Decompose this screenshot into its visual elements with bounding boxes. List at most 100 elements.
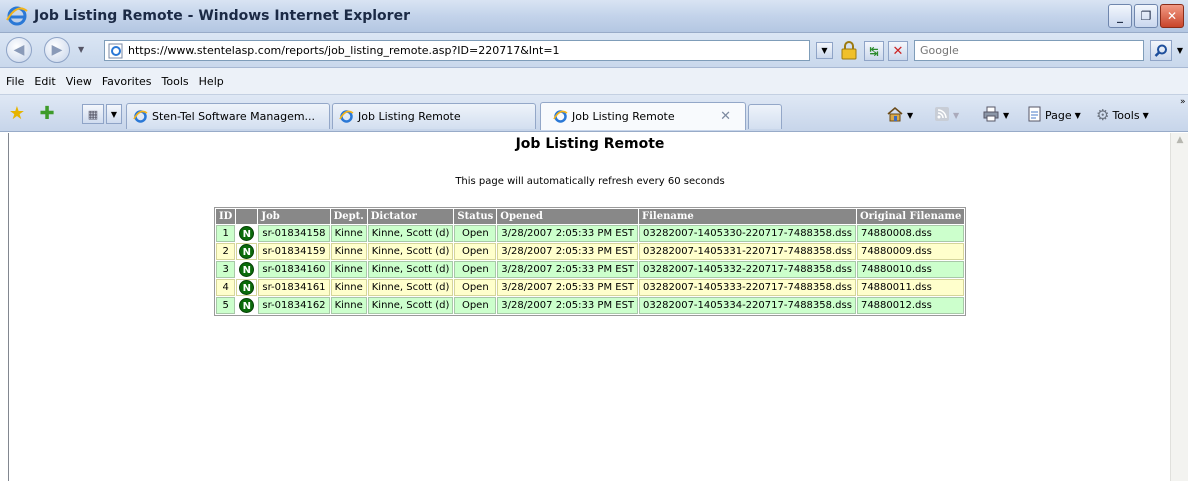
cell-status: Open xyxy=(454,279,497,296)
tab-sten-tel[interactable]: Sten-Tel Software Managem... xyxy=(126,103,330,129)
search-input[interactable] xyxy=(920,44,1140,57)
cell-filename: 03282007-1405331-220717-7488358.dss xyxy=(639,243,856,260)
close-tab-icon[interactable]: ✕ xyxy=(720,109,731,124)
header-dept[interactable]: Dept. xyxy=(330,209,367,224)
cell-dictator: Kinne, Scott (d) xyxy=(367,225,454,242)
refresh-icon: ↹ xyxy=(869,44,879,58)
url-input[interactable] xyxy=(128,44,728,57)
cell-job[interactable]: sr-01834158 xyxy=(258,225,330,242)
menu-help[interactable]: Help xyxy=(199,75,224,88)
header-status[interactable]: Status xyxy=(454,209,497,224)
home-icon xyxy=(886,106,904,125)
cell-job[interactable]: sr-01834159 xyxy=(258,243,330,260)
home-button[interactable]: ▼ xyxy=(886,106,913,124)
page-title: Job Listing Remote xyxy=(515,136,665,152)
cell-dictator: Kinne, Scott (d) xyxy=(367,261,454,278)
forward-button[interactable]: ▶ xyxy=(44,37,70,63)
feeds-dropdown-icon[interactable]: ▼ xyxy=(953,111,959,120)
cell-new-icon: N xyxy=(236,279,258,296)
search-button[interactable] xyxy=(1150,40,1172,61)
cell-opened: 3/28/2007 2:05:33 PM EST xyxy=(497,243,639,260)
cell-opened: 3/28/2007 2:05:33 PM EST xyxy=(497,297,639,314)
feeds-button[interactable]: ▼ xyxy=(934,106,959,124)
restore-button[interactable]: ❐ xyxy=(1134,4,1158,28)
menu-view[interactable]: View xyxy=(66,75,92,88)
stop-button[interactable]: ✕ xyxy=(888,41,908,61)
cell-job[interactable]: sr-01834161 xyxy=(258,279,330,296)
search-icon xyxy=(1154,44,1167,57)
search-box[interactable] xyxy=(914,40,1144,61)
cell-id: 2 xyxy=(216,243,236,260)
table-row[interactable]: 4 N sr-01834161 Kinne Kinne, Scott (d) O… xyxy=(216,279,965,296)
menu-bar: File Edit View Favorites Tools Help xyxy=(0,68,1188,95)
cell-original-filename: 74880008.dss xyxy=(856,225,965,242)
cell-dept: Kinne xyxy=(330,225,367,242)
cell-dictator: Kinne, Scott (d) xyxy=(367,279,454,296)
page-menu-button[interactable]: Page ▼ xyxy=(1028,106,1081,124)
search-options-dropdown-icon[interactable]: ▼ xyxy=(1174,40,1186,61)
refresh-note: This page will automatically refresh eve… xyxy=(455,176,725,187)
cell-new-icon: N xyxy=(236,243,258,260)
header-id[interactable]: ID xyxy=(216,209,236,224)
feeds-icon xyxy=(934,106,950,125)
window-titlebar[interactable]: Job Listing Remote - Windows Internet Ex… xyxy=(0,0,1188,33)
tools-menu-label: Tools xyxy=(1112,108,1140,122)
back-arrow-icon: ◀ xyxy=(13,42,25,58)
vertical-scrollbar[interactable]: ▲ xyxy=(1170,133,1188,481)
menu-favorites[interactable]: Favorites xyxy=(102,75,152,88)
tab-ie-icon xyxy=(339,109,354,124)
address-dropdown-icon[interactable]: ▼ xyxy=(816,42,833,59)
cell-dept: Kinne xyxy=(330,297,367,314)
home-dropdown-icon[interactable]: ▼ xyxy=(907,111,913,120)
new-job-icon: N xyxy=(239,298,255,313)
print-button[interactable]: ▼ xyxy=(982,106,1009,124)
tools-menu-button[interactable]: ⚙ Tools ▼ xyxy=(1096,106,1149,124)
page-menu-label: Page xyxy=(1045,108,1072,122)
tab-list-dropdown-icon[interactable]: ▼ xyxy=(106,104,122,124)
tab-job-listing-active[interactable]: Job Listing Remote ✕ xyxy=(540,102,746,130)
tab-command-bar: ★ ✚ ▦ ▼ Sten-Tel Software Managem... Job… xyxy=(0,95,1188,132)
tab-label: Sten-Tel Software Managem... xyxy=(152,110,316,123)
header-dictator[interactable]: Dictator xyxy=(367,209,454,224)
address-bar[interactable] xyxy=(104,40,810,61)
table-row[interactable]: 2 N sr-01834159 Kinne Kinne, Scott (d) O… xyxy=(216,243,965,260)
close-window-button[interactable]: ✕ xyxy=(1160,4,1184,28)
chevron-more-icon[interactable]: » xyxy=(1180,97,1186,107)
refresh-button[interactable]: ↹ xyxy=(864,41,884,61)
recent-pages-dropdown-icon[interactable]: ▼ xyxy=(78,45,84,54)
back-button[interactable]: ◀ xyxy=(6,37,32,63)
scroll-up-arrow-icon[interactable]: ▲ xyxy=(1173,135,1187,149)
print-dropdown-icon[interactable]: ▼ xyxy=(1003,111,1009,120)
menu-tools[interactable]: Tools xyxy=(162,75,189,88)
lock-icon[interactable] xyxy=(840,41,858,60)
cell-job[interactable]: sr-01834160 xyxy=(258,261,330,278)
tab-job-listing-1[interactable]: Job Listing Remote xyxy=(332,103,536,129)
cell-new-icon: N xyxy=(236,225,258,242)
cell-filename: 03282007-1405332-220717-7488358.dss xyxy=(639,261,856,278)
cell-new-icon: N xyxy=(236,261,258,278)
table-row[interactable]: 1 N sr-01834158 Kinne Kinne, Scott (d) O… xyxy=(216,225,965,242)
job-listing-table: ID Job Dept. Dictator Status Opened File… xyxy=(214,207,967,316)
cell-dept: Kinne xyxy=(330,279,367,296)
add-favorites-icon[interactable]: ✚ xyxy=(36,103,58,125)
address-toolbar: ◀ ▶ ▼ ▼ ↹ ✕ ▼ xyxy=(0,33,1188,68)
new-job-icon: N xyxy=(239,262,255,277)
header-original-filename[interactable]: Original Filename xyxy=(856,209,965,224)
quick-tabs-button[interactable]: ▦ xyxy=(82,104,104,124)
favorites-star-icon[interactable]: ★ xyxy=(6,103,28,125)
header-filename[interactable]: Filename xyxy=(639,209,856,224)
page-dropdown-icon: ▼ xyxy=(1074,110,1081,120)
cell-job[interactable]: sr-01834162 xyxy=(258,297,330,314)
menu-file[interactable]: File xyxy=(6,75,24,88)
header-opened[interactable]: Opened xyxy=(497,209,639,224)
new-tab-button[interactable] xyxy=(748,104,782,129)
cell-original-filename: 74880010.dss xyxy=(856,261,965,278)
table-row[interactable]: 5 N sr-01834162 Kinne Kinne, Scott (d) O… xyxy=(216,297,965,314)
cell-filename: 03282007-1405333-220717-7488358.dss xyxy=(639,279,856,296)
header-job[interactable]: Job xyxy=(258,209,330,224)
minimize-button[interactable]: _ xyxy=(1108,4,1132,28)
cell-status: Open xyxy=(454,225,497,242)
table-row[interactable]: 3 N sr-01834160 Kinne Kinne, Scott (d) O… xyxy=(216,261,965,278)
menu-edit[interactable]: Edit xyxy=(34,75,55,88)
cell-id: 1 xyxy=(216,225,236,242)
